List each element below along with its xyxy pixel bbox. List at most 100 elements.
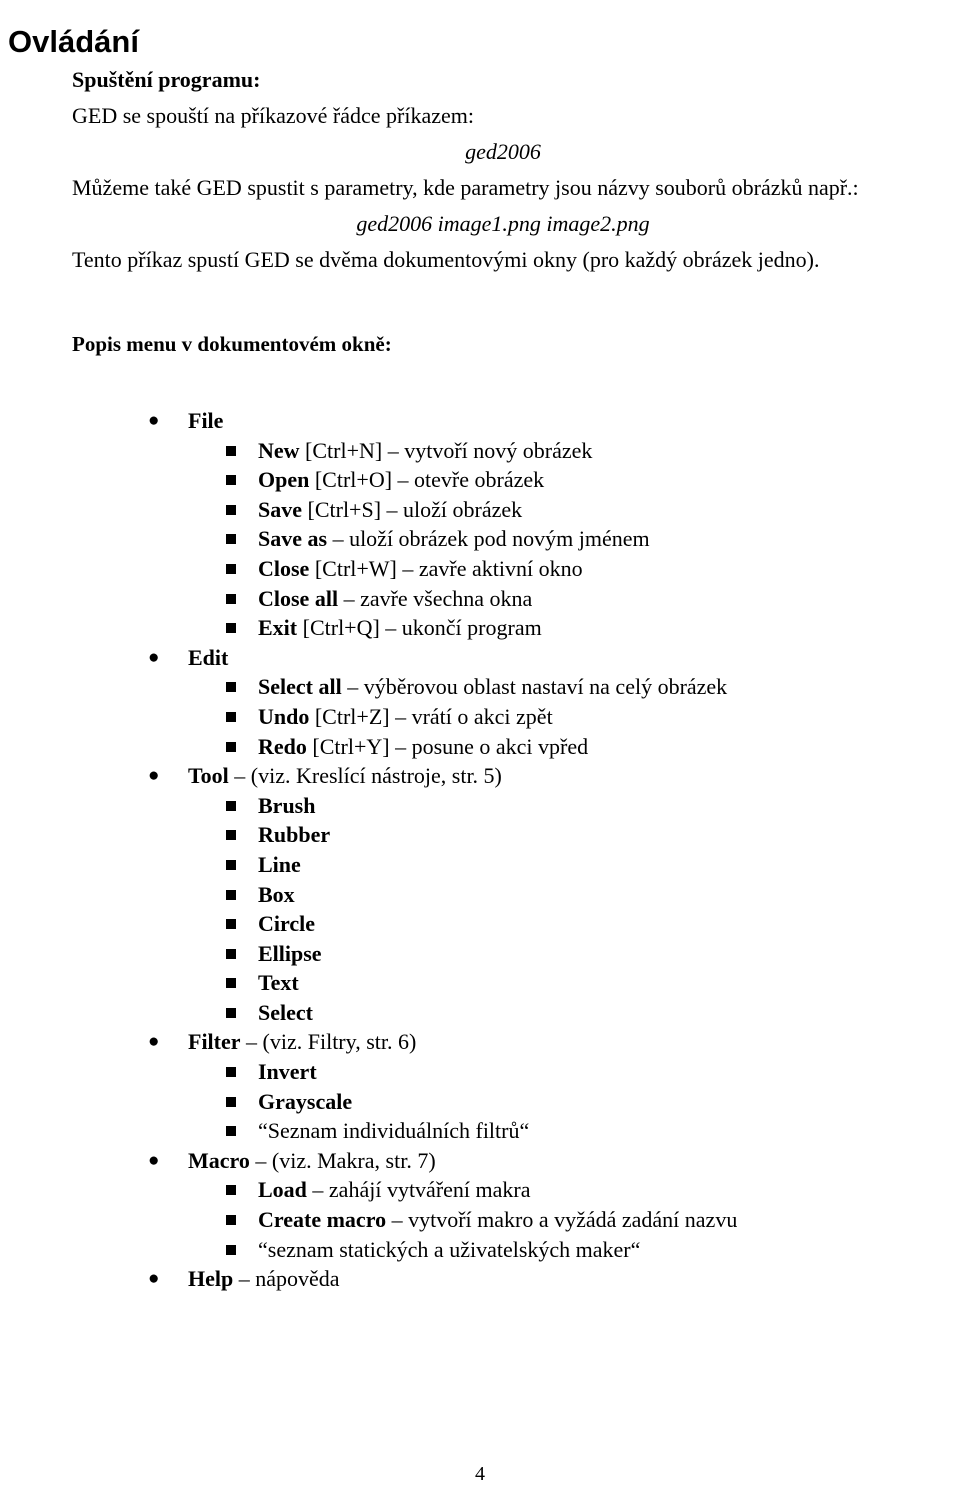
- menu-item-row: Save as – uloží obrázek pod novým jménem: [0, 524, 960, 554]
- menu-item-text: Circle: [258, 909, 315, 939]
- menu-item-label: Save: [258, 496, 302, 522]
- menu-item-text: “Seznam individuálních filtrů“: [258, 1116, 529, 1146]
- menu-item-description: “Seznam individuálních filtrů“: [258, 1118, 530, 1144]
- menu-item-description: [Ctrl+S] – uloží obrázek: [302, 496, 523, 522]
- menu-item-row: Close [Ctrl+W] – zavře aktivní okno: [0, 554, 960, 584]
- bullet-square-icon: [226, 1244, 236, 1255]
- menu-item-label: New: [258, 437, 300, 463]
- menu-item-description: – (viz. Makra, str. 7): [249, 1147, 436, 1173]
- menu-item-row: ● Macro – (viz. Makra, str. 7): [0, 1146, 960, 1176]
- menu-outline-list: ● File New [Ctrl+N] – vytvoří nový obrázek…: [0, 406, 960, 1294]
- bullet-square-icon: [226, 623, 236, 634]
- menu-item-text: Exit [Ctrl+Q] – ukončí program: [258, 613, 542, 643]
- menu-item-label: Invert: [258, 1059, 317, 1085]
- menu-item-text: Load – zahájí vytváření makra: [258, 1175, 531, 1205]
- menu-item-text: Tool – (viz. Kreslící nástroje, str. 5): [188, 761, 502, 791]
- menu-item-text: Rubber: [258, 820, 330, 850]
- bullet-square-icon: [226, 741, 236, 752]
- bullet-circle-icon: ●: [148, 410, 160, 431]
- bullet-square-icon: [226, 445, 236, 456]
- menu-item-row: Exit [Ctrl+Q] – ukončí program: [0, 613, 960, 643]
- menu-item-label: Grayscale: [258, 1088, 353, 1114]
- menu-item-row: Redo [Ctrl+Y] – posune o akci vpřed: [0, 732, 960, 762]
- bullet-square-icon: [226, 800, 236, 811]
- menu-item-text: Close [Ctrl+W] – zavře aktivní okno: [258, 554, 583, 584]
- bullet-square-icon: [226, 830, 236, 841]
- bullet-circle-icon: ●: [148, 646, 160, 668]
- menu-item-label: Help: [188, 1266, 234, 1292]
- intro-section: Spuštění programu: GED se spouští na pří…: [72, 62, 934, 278]
- bullet-square-icon: [226, 859, 236, 870]
- menu-item-row: Undo [Ctrl+Z] – vrátí o akci zpět: [0, 702, 960, 732]
- menu-item-text: “seznam statických a uživatelských maker…: [258, 1235, 640, 1265]
- bullet-square-icon: [226, 563, 236, 574]
- menu-item-row: Rubber: [0, 820, 960, 850]
- menu-item-text: Save [Ctrl+S] – uloží obrázek: [258, 495, 522, 525]
- menu-item-description: [Ctrl+Y] – posune o akci vpřed: [306, 733, 589, 759]
- menu-item-label: Load: [258, 1177, 307, 1203]
- menu-item-label: Ellipse: [258, 940, 322, 966]
- menu-item-text: Macro – (viz. Makra, str. 7): [188, 1146, 436, 1176]
- intro-line-3: Tento příkaz spustí GED se dvěma dokumen…: [72, 247, 820, 272]
- menu-item-text: Line: [258, 850, 301, 880]
- menu-item-description: [Ctrl+Q] – ukončí program: [297, 615, 542, 641]
- menu-item-label: Select: [258, 999, 313, 1025]
- menu-item-label: Close: [258, 555, 310, 581]
- menu-item-description: – zavře všechna okna: [338, 585, 533, 611]
- menu-item-description: – (viz. Filtry, str. 6): [240, 1029, 417, 1055]
- menu-item-label: Save as: [258, 526, 328, 552]
- menu-item-description: – (viz. Kreslící nástroje, str. 5): [228, 763, 502, 789]
- menu-item-description: – výběrovou oblast nastaví na celý obráz…: [341, 674, 728, 700]
- menu-item-description: [Ctrl+N] – vytvoří nový obrázek: [299, 437, 593, 463]
- menu-item-text: Edit: [188, 643, 228, 673]
- menu-item-label: Rubber: [258, 822, 331, 848]
- bullet-circle-icon: ●: [148, 1268, 160, 1290]
- menu-item-text: Create macro – vytvoří makro a vyžádá za…: [258, 1205, 737, 1235]
- menu-section-heading: Popis menu v dokumentovém okně:: [72, 332, 392, 356]
- intro-heading: Spuštění programu:: [72, 67, 261, 92]
- menu-item-row: ● Filter – (viz. Filtry, str. 6): [0, 1027, 960, 1057]
- menu-item-text: Brush: [258, 791, 315, 821]
- menu-item-label: File: [188, 408, 224, 433]
- menu-item-row: Invert: [0, 1057, 960, 1087]
- bullet-square-icon: [226, 504, 236, 515]
- bullet-square-icon: [226, 593, 236, 604]
- menu-item-description: [Ctrl+Z] – vrátí o akci zpět: [309, 703, 553, 729]
- menu-item-text: Help – nápověda: [188, 1264, 340, 1294]
- menu-item-row: Save [Ctrl+S] – uloží obrázek: [0, 495, 960, 525]
- menu-item-description: – nápověda: [233, 1266, 340, 1292]
- menu-item-label: Circle: [258, 911, 316, 937]
- menu-item-text: Select all – výběrovou oblast nastaví na…: [258, 672, 727, 702]
- menu-item-label: Box: [258, 881, 295, 907]
- menu-item-row: Grayscale: [0, 1087, 960, 1117]
- bullet-circle-icon: ●: [148, 765, 160, 787]
- menu-item-description: [Ctrl+O] – otevře obrázek: [309, 467, 545, 493]
- menu-item-row: New [Ctrl+N] – vytvoří nový obrázek: [0, 436, 960, 466]
- menu-item-label: Redo: [258, 733, 307, 759]
- bullet-square-icon: [226, 1067, 236, 1078]
- menu-item-row: Select all – výběrovou oblast nastaví na…: [0, 672, 960, 702]
- menu-item-label: Create macro: [258, 1207, 387, 1233]
- menu-item-description: – zahájí vytváření makra: [306, 1177, 531, 1203]
- menu-item-label: Text: [258, 970, 299, 996]
- menu-item-row: Brush: [0, 791, 960, 821]
- menu-item-row: ● Edit: [0, 643, 960, 673]
- menu-item-label: Macro: [188, 1147, 250, 1173]
- menu-item-description: [Ctrl+W] – zavře aktivní okno: [309, 555, 583, 581]
- menu-item-row: ● Tool – (viz. Kreslící nástroje, str. 5): [0, 761, 960, 791]
- bullet-square-icon: [226, 978, 236, 989]
- menu-item-description: “seznam statických a uživatelských maker…: [258, 1236, 641, 1262]
- menu-item-text: Save as – uloží obrázek pod novým jménem: [258, 524, 650, 554]
- menu-item-row: Circle: [0, 909, 960, 939]
- command-example-2: ged2006 image1.png image2.png: [356, 211, 650, 236]
- menu-item-text: Open [Ctrl+O] – otevře obrázek: [258, 465, 544, 495]
- menu-item-text: Ellipse: [258, 939, 322, 969]
- bullet-circle-icon: ●: [148, 1149, 160, 1171]
- bullet-square-icon: [226, 1096, 236, 1107]
- menu-item-label: Filter: [188, 1029, 241, 1055]
- menu-item-description: – uloží obrázek pod novým jménem: [327, 526, 650, 552]
- menu-item-label: Open: [258, 467, 310, 493]
- bullet-square-icon: [226, 534, 236, 545]
- bullet-square-icon: [226, 711, 236, 722]
- menu-item-row: Close all – zavře všechna okna: [0, 584, 960, 614]
